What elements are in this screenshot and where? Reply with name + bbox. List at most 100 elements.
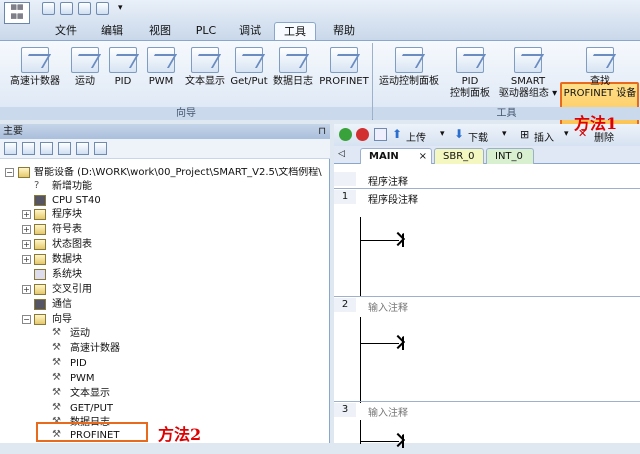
view-icon-5[interactable] [76, 142, 89, 155]
tree-item-program-block[interactable]: 程序块 [52, 209, 82, 221]
tree-item-motion[interactable]: 运动 [70, 328, 90, 340]
motion-panel-button[interactable]: 运动控制面板 [376, 47, 442, 88]
tree-item-text-display[interactable]: 文本显示 [70, 388, 110, 400]
save-icon[interactable] [78, 2, 91, 15]
stop-icon[interactable] [356, 128, 369, 141]
pid-panel-button[interactable]: PID 控制面板 [442, 47, 498, 100]
network-number: 1 [334, 190, 356, 204]
tree-item-profinet[interactable]: PROFINET [70, 430, 119, 442]
ladder-output[interactable] [361, 430, 411, 454]
pin-icon[interactable]: ⊓ [318, 124, 326, 139]
expand-icon[interactable]: + [22, 285, 31, 294]
find-profinet-device-button[interactable]: 查找 PROFINET 设备 [561, 47, 639, 100]
tree-item-pid[interactable]: PID [70, 358, 87, 370]
coil-arrow-icon [394, 336, 404, 350]
wand-icon: ⚒ [52, 357, 61, 368]
tab-tools[interactable]: 工具 [274, 22, 316, 40]
download-arrow-icon: ⬇ [454, 127, 465, 141]
ladder-output[interactable] [361, 229, 411, 253]
expand-icon[interactable]: + [22, 210, 31, 219]
datalog-wizard-button[interactable]: 数据日志 [268, 47, 318, 88]
ladder-output[interactable] [361, 332, 411, 356]
network-comment[interactable]: 输入注释 [368, 404, 408, 419]
tree-item-symbol-table[interactable]: 符号表 [52, 224, 82, 236]
expand-icon[interactable]: + [22, 255, 31, 264]
upload-dropdown-icon[interactable]: ▾ [440, 129, 445, 139]
find-device-icon [586, 47, 614, 73]
download-button[interactable]: 下载 [468, 129, 488, 144]
new-icon[interactable] [42, 2, 55, 15]
tree-item-status-chart[interactable]: 状态图表 [52, 239, 92, 251]
tree-item-getput[interactable]: GET/PUT [70, 403, 113, 415]
pid-panel-icon [456, 47, 484, 73]
upload-button[interactable]: 上传 [406, 129, 426, 144]
text-display-wizard-button[interactable]: 文本显示 [180, 47, 230, 88]
tree-toolbar [0, 139, 330, 159]
tree-item-new-features[interactable]: 新增功能 [52, 181, 92, 193]
tree-item-data-block[interactable]: 数据块 [52, 254, 82, 266]
tree-item-cross-ref[interactable]: 交叉引用 [52, 284, 92, 296]
wand-icon: ⚒ [52, 372, 61, 383]
expand-icon[interactable]: + [22, 240, 31, 249]
network-3[interactable]: 3 输入注释 [334, 401, 640, 448]
view-icon-2[interactable] [22, 142, 35, 155]
motion-wizard-button[interactable]: 运动 [66, 47, 104, 88]
folder-icon [34, 209, 46, 220]
tab-plc[interactable]: PLC [186, 22, 226, 40]
tab-sbr0[interactable]: SBR_0 [434, 148, 484, 164]
tab-main[interactable]: MAIN × [360, 148, 432, 164]
insert-dropdown-icon[interactable]: ▾ [564, 129, 569, 139]
pid-wizard-button[interactable]: PID [104, 47, 142, 88]
motion-icon [71, 47, 99, 73]
insert-button[interactable]: 插入 [534, 129, 554, 144]
network-2[interactable]: 2 输入注释 [334, 296, 640, 404]
folder-icon [34, 224, 46, 235]
wand-icon: ⚒ [52, 327, 61, 338]
qa-dropdown-icon[interactable]: ▾ [118, 2, 127, 15]
tree-item-cpu[interactable]: CPU ST40 [52, 195, 101, 207]
getput-wizard-button[interactable]: Get/Put [230, 47, 268, 88]
collapse-icon[interactable]: − [5, 168, 14, 177]
run-icon[interactable] [339, 128, 352, 141]
network-number: 3 [334, 403, 356, 417]
tab-file[interactable]: 文件 [46, 22, 86, 40]
datalog-icon [279, 47, 307, 73]
tab-scroll-left-icon[interactable]: ◁ [338, 149, 345, 159]
tree-root[interactable]: 智能设备 (D:\WORK\work\00_Project\SMART_V2.5… [34, 167, 328, 179]
view-icon-3[interactable] [40, 142, 53, 155]
folder-icon [34, 239, 46, 250]
tree-item-wizard[interactable]: 向导 [52, 314, 72, 326]
annotation-method1: 方法1 [574, 114, 618, 133]
tab-edit[interactable]: 编辑 [92, 22, 132, 40]
app-logo-icon[interactable]: ▦▦ ▦▦ [4, 2, 30, 24]
wand-icon: ⚒ [52, 387, 61, 398]
tree-item-hsc[interactable]: 高速计数器 [70, 343, 120, 355]
tab-view[interactable]: 视图 [140, 22, 180, 40]
network-comment[interactable]: 程序段注释 [368, 191, 418, 206]
hsc-wizard-button[interactable]: 高速计数器 [4, 47, 66, 88]
close-tab-icon[interactable]: × [419, 149, 427, 164]
text-display-icon [191, 47, 219, 73]
pwm-wizard-button[interactable]: PWM [142, 47, 180, 88]
download-dropdown-icon[interactable]: ▾ [502, 129, 507, 139]
view-icon-6[interactable] [94, 142, 107, 155]
print-icon[interactable] [96, 2, 109, 15]
tree-item-system-block[interactable]: 系统块 [52, 269, 82, 281]
collapse-icon[interactable]: − [22, 315, 31, 324]
network-comment[interactable]: 输入注释 [368, 299, 408, 314]
open-icon[interactable] [60, 2, 73, 15]
network-1[interactable]: 1 程序段注释 [334, 188, 640, 298]
tree-item-pwm[interactable]: PWM [70, 373, 95, 385]
smart-drive-config-button[interactable]: SMART 驱动器组态 ▾ [496, 47, 560, 100]
expand-icon[interactable]: + [22, 225, 31, 234]
view-icon-1[interactable] [4, 142, 17, 155]
tree-item-communication[interactable]: 通信 [52, 299, 72, 311]
panel-title: 主要 ⊓ [0, 124, 330, 139]
view-icon-4[interactable] [58, 142, 71, 155]
tab-debug[interactable]: 调试 [228, 22, 272, 40]
profinet-wizard-button[interactable]: PROFINET [318, 47, 370, 88]
compile-icon[interactable] [374, 128, 387, 141]
tab-help[interactable]: 帮助 [322, 22, 366, 40]
program-comment[interactable]: 程序注释 [368, 173, 408, 188]
tab-int0[interactable]: INT_0 [486, 148, 534, 164]
